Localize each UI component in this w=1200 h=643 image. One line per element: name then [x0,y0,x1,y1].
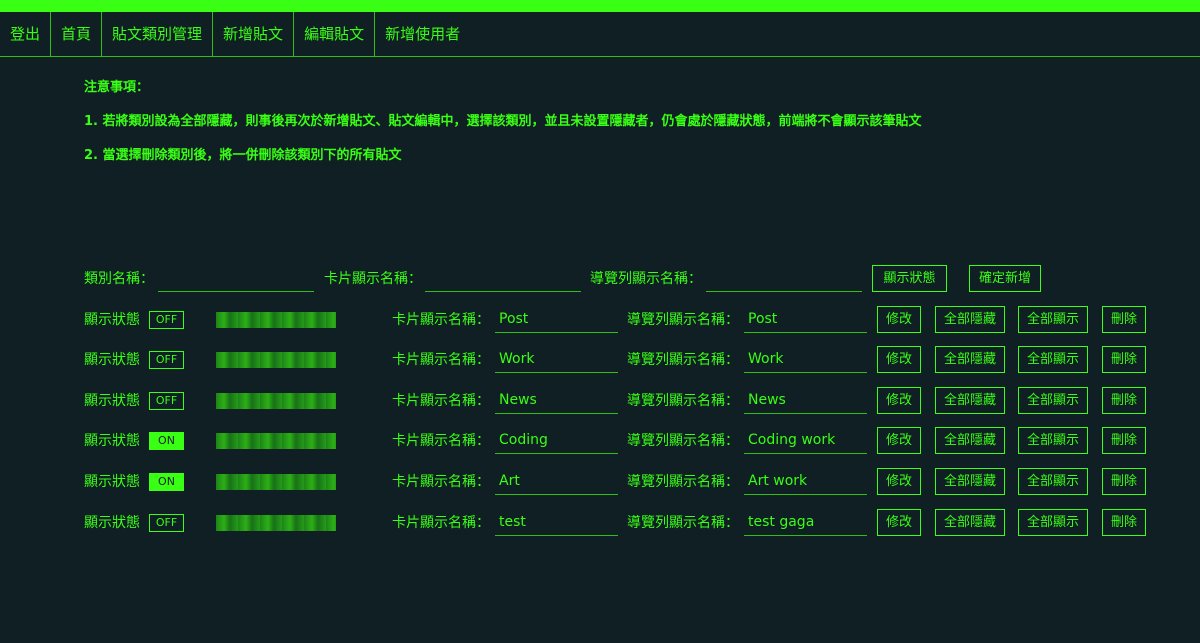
card-name-label: 卡片顯示名稱： [392,433,490,449]
edit-button[interactable]: 修改 [877,346,921,373]
nav-edit-post[interactable]: 編輯貼文 [294,12,376,56]
edit-button[interactable]: 修改 [877,306,921,333]
nav-name-input[interactable] [706,266,862,292]
card-name-input[interactable] [425,266,581,292]
nav-name-label: 導覽列顯示名稱： [627,393,739,409]
delete-button[interactable]: 刪除 [1102,346,1146,373]
category-row: 顯示狀態 OFF 卡片顯示名稱： Post 導覽列顯示名稱： Post 修改 全… [0,305,1200,335]
nav-name-field[interactable]: test gaga [744,510,867,536]
status-toggle[interactable]: OFF [149,351,184,369]
nav-logout[interactable]: 登出 [0,12,52,56]
status-label: 顯示狀態 [84,433,140,449]
status-label: 顯示狀態 [84,393,140,409]
nav-name-label: 導覽列顯示名稱： [627,515,739,531]
nav-name-field[interactable]: Art work [744,469,867,495]
redacted-category-name [216,393,336,409]
show-all-button[interactable]: 全部顯示 [1018,427,1088,454]
nav-name-label: 導覽列顯示名稱： [627,352,739,368]
add-category-form: 類別名稱： 卡片顯示名稱： 導覽列顯示名稱： 顯示狀態 確定新增 [84,264,1084,294]
status-toggle[interactable]: ON [149,432,184,450]
card-name-field[interactable]: Work [495,347,618,373]
card-name-field[interactable]: Post [495,307,618,333]
category-row: 顯示狀態 ON 卡片顯示名稱： Coding 導覽列顯示名稱： Coding w… [0,426,1200,456]
nav-name-field[interactable]: Post [744,307,867,333]
redacted-category-name [216,352,336,368]
nav-category-management[interactable]: 貼文類別管理 [102,12,214,56]
nav-name-field[interactable]: Work [744,347,867,373]
status-label: 顯示狀態 [84,515,140,531]
category-row: 顯示狀態 OFF 卡片顯示名稱： Work 導覽列顯示名稱： Work 修改 全… [0,345,1200,375]
category-row: 顯示狀態 OFF 卡片顯示名稱： News 導覽列顯示名稱： News 修改 全… [0,386,1200,416]
nav-name-field[interactable]: Coding work [744,428,867,454]
status-button[interactable]: 顯示狀態 [872,265,947,292]
notes-item-1: 1. 若將類別設為全部隱藏，則事後再次於新增貼文、貼文編輯中，選擇該類別，並且未… [84,114,922,129]
hide-all-button[interactable]: 全部隱藏 [935,387,1005,414]
hide-all-button[interactable]: 全部隱藏 [935,468,1005,495]
card-name-label: 卡片顯示名稱： [392,352,490,368]
hide-all-button[interactable]: 全部隱藏 [935,427,1005,454]
nav-add-post[interactable]: 新增貼文 [213,12,295,56]
edit-button[interactable]: 修改 [877,427,921,454]
edit-button[interactable]: 修改 [877,387,921,414]
top-accent-bar [0,0,1200,12]
card-name-label: 卡片顯示名稱： [392,515,490,531]
category-name-label: 類別名稱： [84,271,154,287]
delete-button[interactable]: 刪除 [1102,468,1146,495]
confirm-add-button[interactable]: 確定新增 [969,265,1041,292]
delete-button[interactable]: 刪除 [1102,509,1146,536]
status-label: 顯示狀態 [84,474,140,490]
show-all-button[interactable]: 全部顯示 [1018,468,1088,495]
notes-title: 注意事項： [84,80,150,95]
hide-all-button[interactable]: 全部隱藏 [935,346,1005,373]
category-name-input[interactable] [158,266,314,292]
show-all-button[interactable]: 全部顯示 [1018,387,1088,414]
nav-name-label: 導覽列顯示名稱： [627,433,739,449]
status-toggle[interactable]: OFF [149,311,184,329]
card-name-label: 卡片顯示名稱： [392,393,490,409]
show-all-button[interactable]: 全部顯示 [1018,509,1088,536]
hide-all-button[interactable]: 全部隱藏 [935,306,1005,333]
nav-add-user[interactable]: 新增使用者 [375,12,470,56]
edit-button[interactable]: 修改 [877,468,921,495]
redacted-category-name [216,433,336,449]
nav-home[interactable]: 首頁 [51,12,103,56]
main-nav: 登出 首頁 貼文類別管理 新增貼文 編輯貼文 新增使用者 [0,12,1200,57]
redacted-category-name [216,312,336,328]
status-toggle[interactable]: OFF [149,392,184,410]
nav-name-label: 導覽列顯示名稱： [627,312,739,328]
card-name-field[interactable]: test [495,510,618,536]
card-name-field[interactable]: News [495,388,618,414]
nav-name-field[interactable]: News [744,388,867,414]
card-name-field[interactable]: Coding [495,428,618,454]
show-all-button[interactable]: 全部顯示 [1018,346,1088,373]
status-toggle[interactable]: OFF [149,514,184,532]
delete-button[interactable]: 刪除 [1102,306,1146,333]
nav-name-label: 導覽列顯示名稱： [590,271,702,287]
category-row: 顯示狀態 ON 卡片顯示名稱： Art 導覽列顯示名稱： Art work 修改… [0,467,1200,497]
card-name-label: 卡片顯示名稱： [392,312,490,328]
hide-all-button[interactable]: 全部隱藏 [935,509,1005,536]
nav-name-label: 導覽列顯示名稱： [627,474,739,490]
card-name-field[interactable]: Art [495,469,618,495]
card-name-label: 卡片顯示名稱： [392,474,490,490]
status-toggle[interactable]: ON [149,473,184,491]
delete-button[interactable]: 刪除 [1102,387,1146,414]
notes-section: 注意事項： 1. 若將類別設為全部隱藏，則事後再次於新增貼文、貼文編輯中，選擇該… [84,78,922,180]
delete-button[interactable]: 刪除 [1102,427,1146,454]
redacted-category-name [216,515,336,531]
category-row: 顯示狀態 OFF 卡片顯示名稱： test 導覽列顯示名稱： test gaga… [0,508,1200,538]
status-label: 顯示狀態 [84,312,140,328]
notes-item-2: 2. 當選擇刪除類別後，將一併刪除該類別下的所有貼文 [84,148,402,163]
show-all-button[interactable]: 全部顯示 [1018,306,1088,333]
status-label: 顯示狀態 [84,352,140,368]
card-name-label: 卡片顯示名稱： [324,271,422,287]
edit-button[interactable]: 修改 [877,509,921,536]
redacted-category-name [216,474,336,490]
